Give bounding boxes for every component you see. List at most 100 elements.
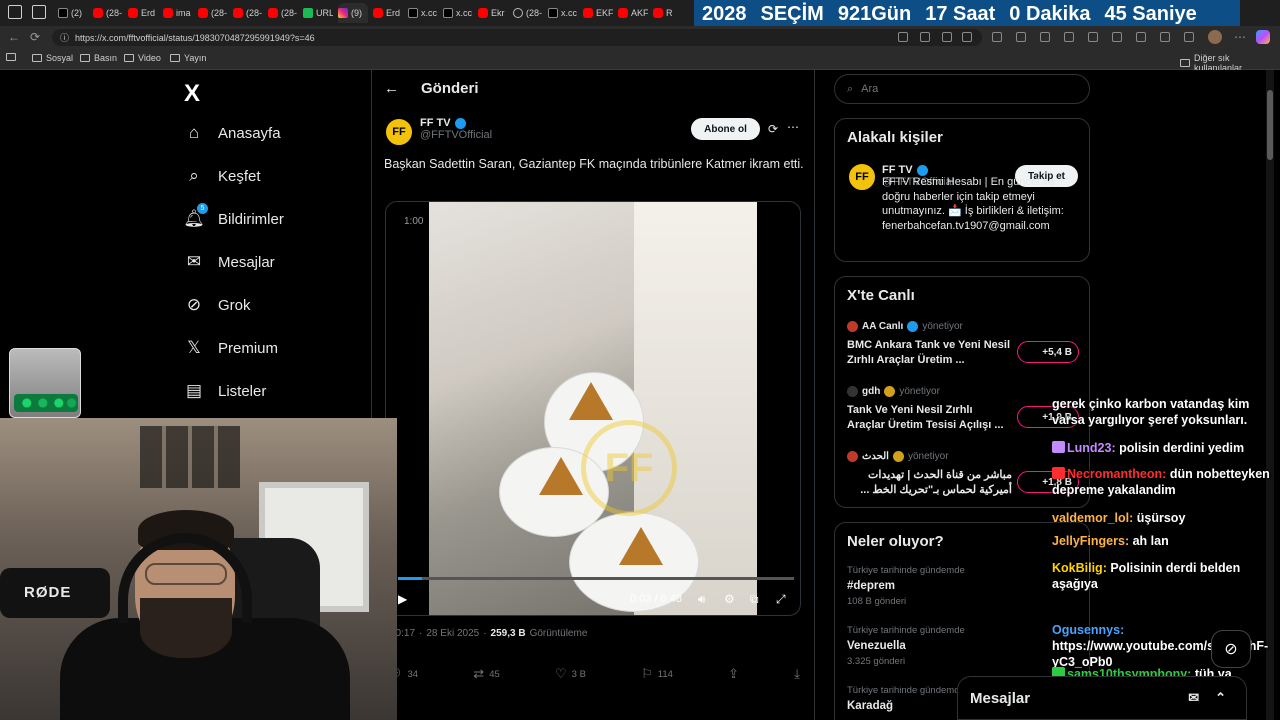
- extension-4-icon[interactable]: [1064, 32, 1074, 42]
- grok-floating-button[interactable]: ⊘: [1211, 630, 1251, 668]
- live-item[interactable]: الحدث yönetiyor مباشر من قناة الحدث | تهد…: [847, 451, 1082, 497]
- browser-essentials-icon[interactable]: [1184, 32, 1194, 42]
- volume-icon[interactable]: 🔊︎: [698, 592, 706, 607]
- split-screen-icon[interactable]: [1136, 32, 1146, 42]
- folder-icon: [124, 54, 134, 62]
- extensions-icon[interactable]: [1112, 32, 1122, 42]
- tab-label: x.cc: [456, 8, 473, 18]
- messages-drawer[interactable]: Mesajlar ✉ ⌃: [957, 676, 1247, 720]
- scroll-thumb[interactable]: [1267, 90, 1273, 160]
- apps-icon[interactable]: [898, 32, 908, 42]
- live-item[interactable]: gdh yönetiyor Tank Ve Yeni Nesil Zırhlı A…: [847, 386, 1082, 432]
- window-menu-icon[interactable]: [8, 5, 22, 19]
- back-icon[interactable]: ←: [8, 30, 20, 44]
- browser-tab[interactable]: x.cc: [443, 3, 473, 23]
- chat-badge-icon: [1052, 441, 1065, 453]
- bookmark-bar-icon[interactable]: [6, 53, 16, 61]
- expand-drawer-icon[interactable]: ⌃: [1215, 690, 1226, 706]
- post-meta: 10:17 · 28 Eki 2025 · 259,3 B Görüntülem…: [390, 628, 588, 639]
- browser-tab[interactable]: Ekr: [478, 3, 508, 23]
- browser-tab[interactable]: (9): [338, 3, 368, 23]
- nav-item-home[interactable]: ⌂ Anasayfa: [184, 123, 281, 143]
- live-listeners-pill[interactable]: +5,4 B: [1017, 341, 1079, 363]
- author-handle[interactable]: @FFTVOfficial: [420, 129, 492, 141]
- live-item[interactable]: AA Canlı yönetiyor BMC Ankara Tank ve Yen…: [847, 321, 1082, 367]
- nav-item-lists[interactable]: ▤ Listeler: [184, 381, 266, 401]
- browser-tab[interactable]: x.cc: [408, 3, 438, 23]
- more-options-icon[interactable]: ⋯: [787, 120, 799, 134]
- bookmark-folder-yayin[interactable]: Yayın: [170, 53, 206, 63]
- subscribe-button[interactable]: Abone ol: [691, 118, 760, 140]
- browser-tab[interactable]: Erd: [373, 3, 403, 23]
- post-date[interactable]: 28 Eki 2025: [426, 628, 479, 639]
- nav-item-grok[interactable]: ⊘ Grok: [184, 295, 251, 315]
- like-button[interactable]: ♡ 3 B: [555, 666, 586, 682]
- post-column: ← Gönderi FF FF TV @FFTVOfficial Abone o…: [371, 70, 815, 720]
- browser-tab[interactable]: (28-: [93, 3, 123, 23]
- fullscreen-icon[interactable]: ⤢: [776, 592, 786, 607]
- chat-message: Lund23: polisin derdini yedim: [1052, 440, 1278, 456]
- tab-label: x.cc: [561, 8, 578, 18]
- settings-gear-icon[interactable]: ⚙: [724, 592, 735, 606]
- browser-tab[interactable]: URL: [303, 3, 333, 23]
- tab-actions-icon[interactable]: [32, 5, 46, 19]
- tab-favicon-icon: [618, 8, 628, 18]
- extension-3-icon[interactable]: [1040, 32, 1050, 42]
- share-button[interactable]: ⇪: [728, 666, 739, 682]
- search-input[interactable]: ⌕ Ara: [834, 74, 1090, 104]
- favorites-icon[interactable]: [1160, 32, 1170, 42]
- extension-1-icon[interactable]: [992, 32, 1002, 42]
- author-name[interactable]: FF TV: [420, 117, 492, 129]
- author-avatar[interactable]: FF: [384, 117, 414, 147]
- download-button[interactable]: ⤓: [794, 666, 800, 682]
- extension-2-icon[interactable]: [1016, 32, 1026, 42]
- zoom-icon[interactable]: [920, 32, 930, 42]
- tab-label: x.cc: [421, 8, 438, 18]
- bookmark-folder-sosyal[interactable]: Sosyal: [32, 53, 73, 63]
- bookmark-folder-basin[interactable]: Basın: [80, 53, 117, 63]
- chat-text: üşürsoy: [1136, 511, 1186, 525]
- nav-item-premium[interactable]: 𝕏 Premium: [184, 338, 278, 358]
- x-logo[interactable]: X: [184, 80, 200, 108]
- profile-avatar[interactable]: [1208, 30, 1222, 44]
- browser-tab[interactable]: (28-: [233, 3, 263, 23]
- grok-explain-icon[interactable]: ⟳: [768, 122, 778, 136]
- video-progress-bar[interactable]: [398, 577, 794, 580]
- copilot-icon[interactable]: [1256, 30, 1270, 44]
- browser-tab[interactable]: (2): [58, 3, 88, 23]
- reload-icon[interactable]: ⟳: [30, 30, 40, 44]
- browser-tab[interactable]: R: [653, 3, 683, 23]
- nav-item-messages[interactable]: ✉ Mesajlar: [184, 252, 275, 272]
- live-title: مباشر من قناة الحدث | تهديدات أميركية لح…: [860, 469, 1012, 496]
- video-frame[interactable]: FF: [429, 202, 757, 615]
- related-avatar[interactable]: FF: [847, 162, 877, 192]
- browser-tab[interactable]: ima: [163, 3, 193, 23]
- more-menu-icon[interactable]: ⋯: [1234, 30, 1246, 44]
- read-aloud-icon[interactable]: [942, 32, 952, 42]
- nav-item-explore[interactable]: ⌕ Keşfet: [184, 166, 260, 186]
- browser-tab[interactable]: (28-: [198, 3, 228, 23]
- countdown-minutes: 0 Dakika: [1009, 3, 1091, 25]
- browser-tab[interactable]: EKF: [583, 3, 613, 23]
- browser-tab[interactable]: x.cc: [548, 3, 578, 23]
- play-icon[interactable]: ▶: [398, 592, 407, 606]
- browser-tab[interactable]: (28-: [513, 3, 543, 23]
- trend-item[interactable]: Türkiye tarihinde gündemde Venezuella 3.…: [847, 625, 1082, 667]
- favorite-star-icon[interactable]: [962, 32, 972, 42]
- extension-5-icon[interactable]: [1088, 32, 1098, 42]
- new-message-icon[interactable]: ✉: [1188, 690, 1199, 706]
- bookmark-button[interactable]: ⚐ 114: [641, 666, 673, 682]
- picture-in-picture-icon[interactable]: ⧉: [750, 592, 759, 607]
- site-info-icon[interactable]: ⓘ: [60, 31, 69, 44]
- trend-item[interactable]: Türkiye tarihinde gündemde #deprem 108 B…: [847, 565, 1082, 607]
- bookmark-folder-video[interactable]: Video: [124, 53, 161, 63]
- nav-item-notifications[interactable]: 🔔︎ 5 Bildirimler: [183, 203, 284, 229]
- tab-label: Ekr: [491, 8, 505, 18]
- browser-tab[interactable]: (28-: [268, 3, 298, 23]
- repost-button[interactable]: ⇄ 45: [473, 666, 499, 682]
- browser-tab[interactable]: AKF: [618, 3, 648, 23]
- browser-tab[interactable]: Erd: [128, 3, 158, 23]
- video-player[interactable]: FF 1:00 ▶ 0:03 / 0:48 🔊︎ ⚙ ⧉ ⤢: [385, 201, 801, 616]
- back-arrow-icon[interactable]: ←: [384, 80, 399, 97]
- url-field[interactable]: ⓘ https://x.com/fftvofficial/status/1983…: [52, 29, 982, 46]
